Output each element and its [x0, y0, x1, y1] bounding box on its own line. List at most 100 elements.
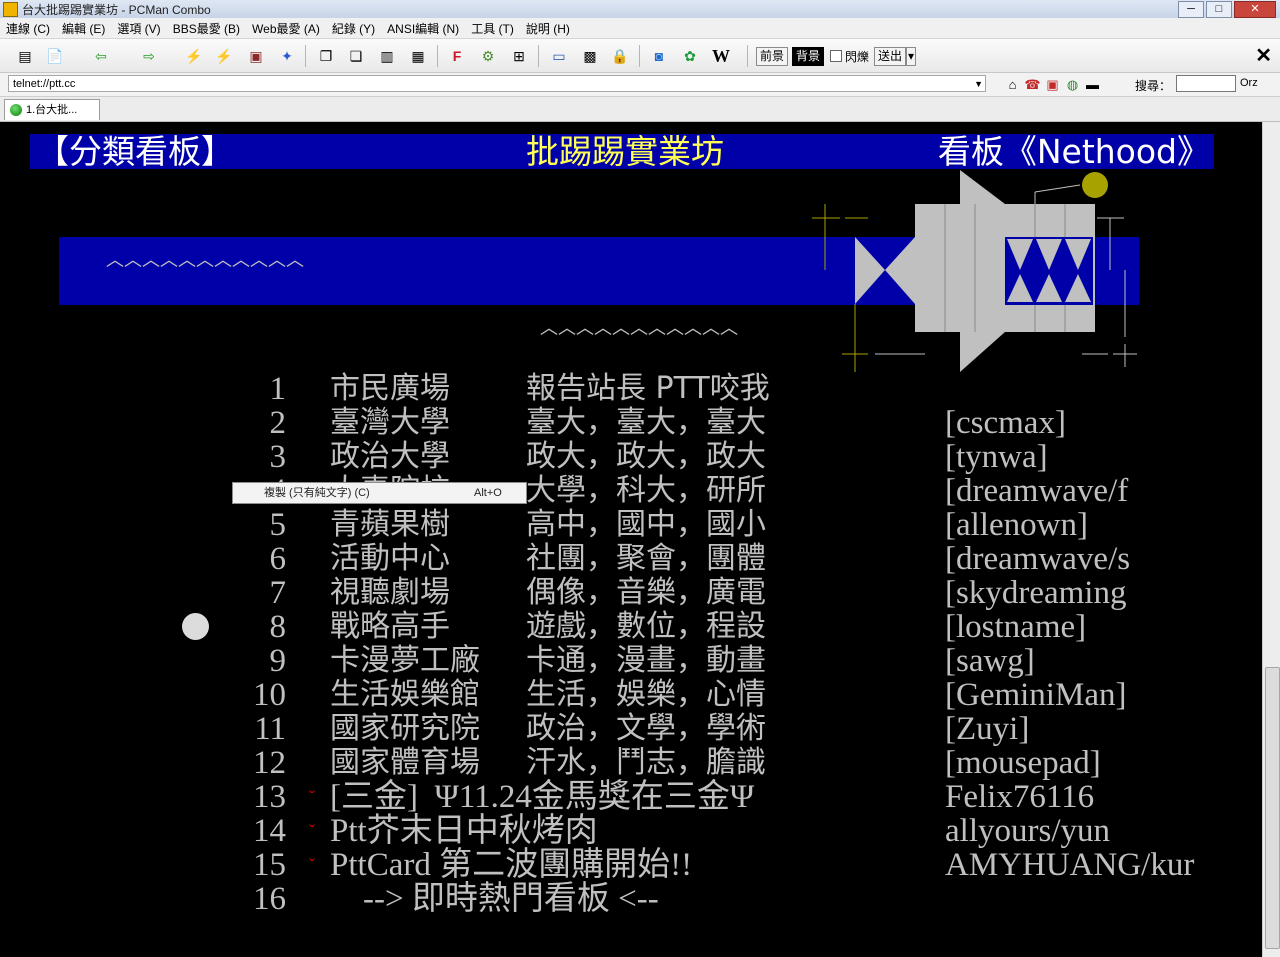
address-input[interactable]: telnet://ptt.cc ▼: [8, 75, 986, 92]
flower-icon[interactable]: ✿: [679, 45, 701, 67]
board-desc: 大學，科大，研所: [526, 473, 766, 508]
reconnect-icon[interactable]: ⚡: [183, 45, 205, 67]
board-row-3[interactable]: 3 政治大學 政大，政大，政大 [tynwa]: [0, 440, 1048, 475]
open-browser-icon[interactable]: ◙: [648, 45, 670, 67]
context-menu-copy-plain[interactable]: 複製 (只有純文字) (C) Alt+O: [232, 482, 527, 504]
download-icon[interactable]: ▦: [407, 45, 429, 67]
connected-icon: [10, 104, 22, 116]
board-row-9[interactable]: 9 卡漫夢工廠 卡通，漫畫，動畫 [sawg]: [0, 644, 1035, 679]
board-desc: 偶像，音樂，廣電: [526, 575, 766, 610]
search-engine-select[interactable]: Orz: [1240, 77, 1258, 89]
row-number: 16: [253, 881, 286, 917]
board-mod: Felix76116: [945, 779, 1095, 815]
wave-bottom: ︿︿︿︿︿︿︿︿︿︿︿: [540, 318, 738, 339]
menu-bbs-favorites[interactable]: BBS最愛 (B): [167, 20, 246, 37]
board-mod: [lostname]: [945, 609, 1087, 645]
board-name: 活動中心: [330, 541, 450, 576]
globe-icon[interactable]: ◍: [1064, 76, 1081, 93]
disconnect-icon[interactable]: ⚡: [213, 45, 235, 67]
row-number: 15: [253, 847, 286, 883]
add-favorite-icon[interactable]: ✦: [276, 45, 298, 67]
board-row-11[interactable]: 11 國家研究院 政治，文學，學術 [Zuyi]: [0, 712, 1029, 747]
lock-icon[interactable]: 🔒: [609, 45, 631, 67]
row-number: 7: [269, 575, 287, 611]
close-tab-icon[interactable]: ✕: [1255, 43, 1272, 68]
board-row-2[interactable]: 2 臺灣大學 臺大，臺大，臺大 [cscmax]: [0, 406, 1066, 441]
board-name: 市民廣場: [330, 371, 450, 406]
board-mod: [mousepad]: [945, 745, 1101, 781]
font-icon[interactable]: F: [446, 45, 468, 67]
menu-log[interactable]: 紀錄 (Y): [326, 20, 381, 37]
tab-ptt[interactable]: 1.台大批...: [4, 99, 100, 120]
board-row-4[interactable]: 4 大專院校 大學，科大，研所 [dreamwave/f: [0, 474, 1129, 509]
row-number: 3: [269, 439, 287, 475]
new-tab-icon[interactable]: 📄: [44, 45, 66, 67]
board-desc: 政治，文學，學術: [526, 711, 766, 746]
board-name: 臺灣大學: [330, 405, 450, 440]
menu-connection[interactable]: 連線 (C): [0, 20, 56, 37]
copy-icon[interactable]: ❐: [315, 45, 337, 67]
unread-mark: ˇ: [309, 855, 315, 875]
window-icon[interactable]: ▬: [1084, 76, 1101, 93]
unread-mark: ˇ: [309, 787, 315, 807]
wikipedia-icon[interactable]: W: [710, 45, 732, 67]
hot-board-title: PttCard 第二波團購開始!!: [330, 847, 693, 883]
board-mod: [skydreaming: [945, 575, 1127, 611]
menu-help[interactable]: 說明 (H): [520, 20, 576, 37]
paste-icon[interactable]: ❏: [345, 45, 367, 67]
settings-icon[interactable]: ⚙: [477, 45, 499, 67]
menu-ansi-editor[interactable]: ANSI編輯 (N): [381, 20, 465, 37]
anti-idle-icon[interactable]: ☎: [1024, 76, 1041, 93]
board-mod: [Zuyi]: [945, 711, 1030, 747]
board-row-12[interactable]: 12 國家體育場 汗水，鬥志，膽識 [mousepad]: [0, 746, 1101, 781]
menu-edit[interactable]: 編輯 (E): [56, 20, 111, 37]
row-number: 14: [253, 813, 286, 849]
forward-icon[interactable]: ⇨: [138, 45, 160, 67]
new-site-icon[interactable]: ▤: [14, 45, 36, 67]
board-row-8[interactable]: 8 戰略高手 遊戲，數位，程設 [lostname]: [0, 610, 1087, 645]
close-site-icon[interactable]: ▣: [245, 45, 267, 67]
screen-icon[interactable]: ▭: [548, 45, 570, 67]
board-mod: [allenown]: [945, 507, 1088, 543]
blink-checkbox[interactable]: [830, 50, 842, 62]
foreground-color-button[interactable]: 前景: [756, 47, 789, 66]
board-row-6[interactable]: 6 活動中心 社團，聚會，團體 [dreamwave/s: [0, 542, 1131, 577]
send-button[interactable]: 送出: [874, 47, 907, 66]
copy-with-color-icon[interactable]: ▥: [376, 45, 398, 67]
close-window-button[interactable]: ✕: [1234, 1, 1276, 18]
emoticon-icon[interactable]: ▩: [579, 45, 601, 67]
board-row-1[interactable]: 1 市民廣場 報告站長 PTT咬我: [0, 372, 770, 407]
row-number: 5: [269, 507, 287, 543]
board-name: 青蘋果樹: [330, 507, 450, 542]
hot-board-title: Ptt芥末日中秋烤肉: [330, 813, 598, 849]
hot-board-row-14[interactable]: 14 ˇ Ptt芥末日中秋烤肉 allyours/yun: [0, 814, 1110, 848]
scrollbar-thumb[interactable]: [1265, 667, 1280, 949]
terminal-screen[interactable]: 【分類看板】 批踢踢實業坊 看板《Nethood》 ︿︿︿︿︿︿︿︿︿︿︿ ︿︿…: [0, 122, 1262, 957]
board-row-7[interactable]: 7 視聽劇場 偶像，音樂，廣電 [skydreaming: [0, 576, 1127, 611]
fullscreen-icon[interactable]: ⊞: [508, 45, 530, 67]
menu-options[interactable]: 選項 (V): [111, 20, 166, 37]
send-dropdown-button[interactable]: ▾: [906, 47, 917, 66]
row-number: 9: [269, 643, 287, 679]
board-desc: 社團，聚會，團體: [526, 541, 766, 576]
board-row-10[interactable]: 10 生活娛樂館 生活，娛樂，心情 [GeminiMan]: [0, 678, 1126, 713]
board-row-5[interactable]: 5 青蘋果樹 高中，國中，國小 [allenown]: [0, 508, 1088, 543]
home-icon[interactable]: ⌂: [1004, 76, 1021, 93]
minimize-button[interactable]: ─: [1178, 1, 1204, 18]
board-mod: [sawg]: [945, 643, 1035, 679]
search-input[interactable]: [1176, 75, 1236, 92]
background-color-button[interactable]: 背景: [792, 47, 825, 66]
vertical-scrollbar[interactable]: [1262, 122, 1280, 957]
address-dropdown-icon[interactable]: ▼: [974, 76, 983, 93]
hot-board-row-15[interactable]: 15 ˇ PttCard 第二波團購開始!! AMYHUANG/kur: [0, 848, 1194, 882]
hot-board-row-13[interactable]: 13 ˇ [三金] Ψ11.24金馬獎在三金Ψ Felix76116: [0, 780, 1094, 814]
board-desc: 遊戲，數位，程設: [526, 609, 766, 644]
ansi-copy-icon[interactable]: ▣: [1044, 76, 1061, 93]
selection-cursor: [182, 613, 209, 640]
unread-mark: ˇ: [309, 821, 315, 841]
menu-tools[interactable]: 工具 (T): [465, 20, 520, 37]
back-icon[interactable]: ⇦: [90, 45, 112, 67]
maximize-button[interactable]: □: [1206, 1, 1232, 18]
hot-boards-link-row[interactable]: 16 --> 即時熱門看板 <--: [0, 882, 659, 916]
menu-web-favorites[interactable]: Web最愛 (A): [246, 20, 326, 37]
